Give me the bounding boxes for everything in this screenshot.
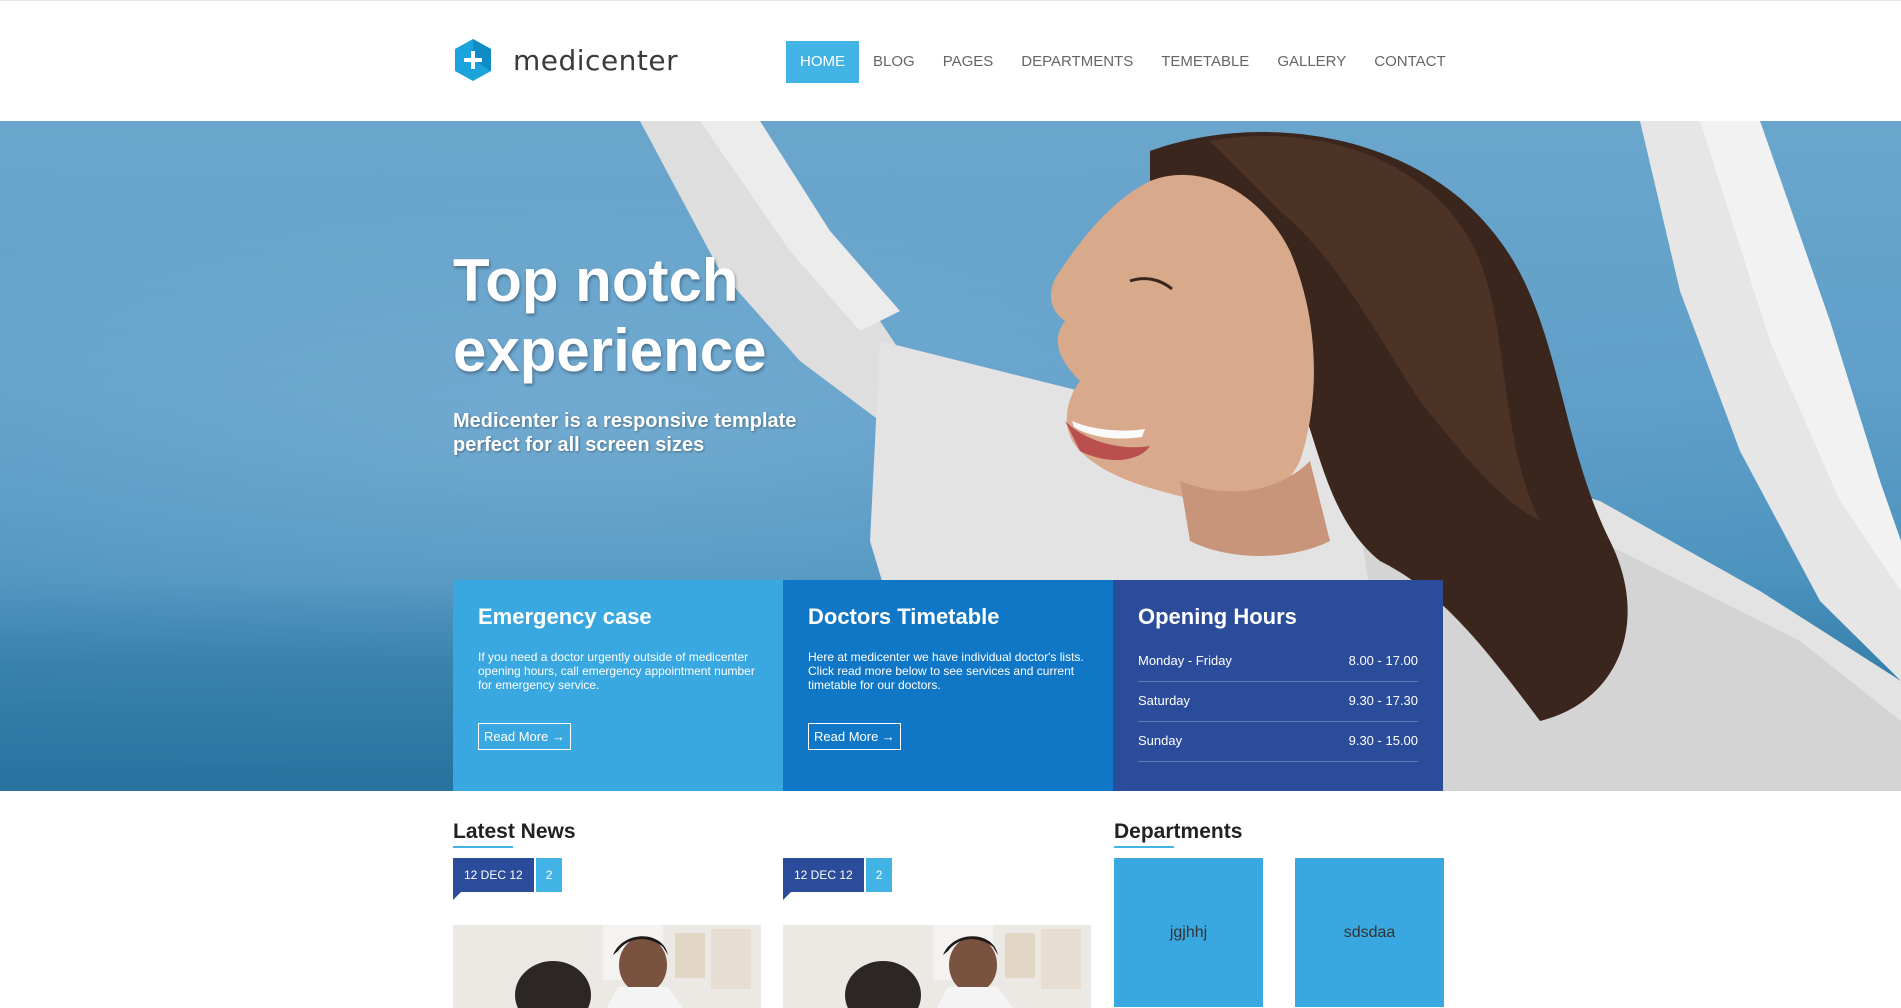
- main-nav: HOME BLOG PAGES DEPARTMENTS TEMETABLE GA…: [786, 41, 1460, 83]
- opening-hours-box: Opening Hours Monday - Friday 8.00 - 17.…: [1113, 580, 1443, 791]
- nav-timetable[interactable]: TEMETABLE: [1147, 41, 1263, 83]
- page: medicenter HOME BLOG PAGES DEPARTMENTS T…: [0, 0, 1901, 1008]
- hero-subtitle-line2: perfect for all screen sizes: [453, 434, 705, 456]
- nav-pages[interactable]: PAGES: [929, 41, 1008, 83]
- hours-time: 8.00 - 17.00: [1348, 653, 1418, 668]
- nav-departments[interactable]: DEPARTMENTS: [1007, 41, 1147, 83]
- news-thumbnail[interactable]: [783, 925, 1091, 1008]
- brand-name: medicenter: [513, 43, 679, 77]
- emergency-read-more-button[interactable]: Read More →: [478, 723, 571, 750]
- timetable-box: Doctors Timetable Here at medicenter we …: [783, 580, 1113, 791]
- emergency-box: Emergency case If you need a doctor urge…: [453, 580, 783, 791]
- opening-hours-title: Opening Hours: [1138, 604, 1297, 629]
- info-boxes: Emergency case If you need a doctor urge…: [453, 580, 1444, 791]
- department-tile[interactable]: sdsdaa: [1295, 858, 1444, 1007]
- news-thumbnail[interactable]: [453, 925, 761, 1008]
- nav-blog[interactable]: BLOG: [859, 41, 929, 83]
- site-header: medicenter HOME BLOG PAGES DEPARTMENTS T…: [0, 0, 1901, 121]
- nav-contact[interactable]: CONTACT: [1360, 41, 1459, 83]
- hours-row: Sunday 9.30 - 15.00: [1138, 722, 1418, 762]
- timetable-title: Doctors Timetable: [808, 604, 1000, 629]
- hero-title-line1: Top notch: [453, 247, 739, 314]
- news-date-tag: 12 DEC 12 2: [783, 858, 893, 900]
- nav-gallery[interactable]: GALLERY: [1263, 41, 1360, 83]
- nav-home[interactable]: HOME: [786, 41, 859, 83]
- timetable-read-more-button[interactable]: Read More →: [808, 723, 901, 750]
- hero-title: Top notch experience: [453, 246, 767, 386]
- department-tile[interactable]: jgjhhj: [1114, 858, 1263, 1007]
- hero-subtitle-line1: Medicenter is a responsive template: [453, 410, 797, 432]
- department-label: jgjhhj: [1169, 924, 1208, 941]
- news-date: 12 DEC 12: [783, 858, 864, 900]
- news-date-tag: 12 DEC 12 2: [453, 858, 563, 900]
- doctor-patient-image: [453, 925, 761, 1008]
- hours-row: Saturday 9.30 - 17.30: [1138, 682, 1418, 722]
- hero-subtitle: Medicenter is a responsive template perf…: [453, 409, 796, 457]
- emergency-title: Emergency case: [478, 604, 652, 629]
- medical-cross-hexagon-icon: [455, 39, 491, 81]
- opening-hours-list: Monday - Friday 8.00 - 17.00 Saturday 9.…: [1138, 642, 1418, 762]
- news-comments-count[interactable]: 2: [535, 858, 563, 892]
- timetable-text: Here at medicenter we have individual do…: [808, 650, 1084, 692]
- department-label: sdsdaa: [1343, 924, 1396, 941]
- hours-time: 9.30 - 17.30: [1348, 693, 1418, 708]
- hours-day: Monday - Friday: [1138, 653, 1232, 668]
- news-date: 12 DEC 12: [453, 858, 534, 900]
- hero-title-line2: experience: [453, 317, 767, 384]
- hours-day: Sunday: [1138, 733, 1183, 748]
- hours-row: Monday - Friday 8.00 - 17.00: [1138, 642, 1418, 682]
- latest-news-title: Latest News: [453, 820, 576, 843]
- logo[interactable]: medicenter: [453, 38, 678, 82]
- doctor-patient-image: [783, 925, 1091, 1008]
- departments-title: Departments: [1114, 820, 1243, 843]
- news-comments-count[interactable]: 2: [865, 858, 893, 892]
- emergency-text: If you need a doctor urgently outside of…: [478, 650, 755, 692]
- departments-underline: [1114, 846, 1174, 848]
- hours-day: Saturday: [1138, 693, 1191, 708]
- latest-news-underline: [453, 846, 513, 848]
- hours-time: 9.30 - 15.00: [1348, 733, 1418, 748]
